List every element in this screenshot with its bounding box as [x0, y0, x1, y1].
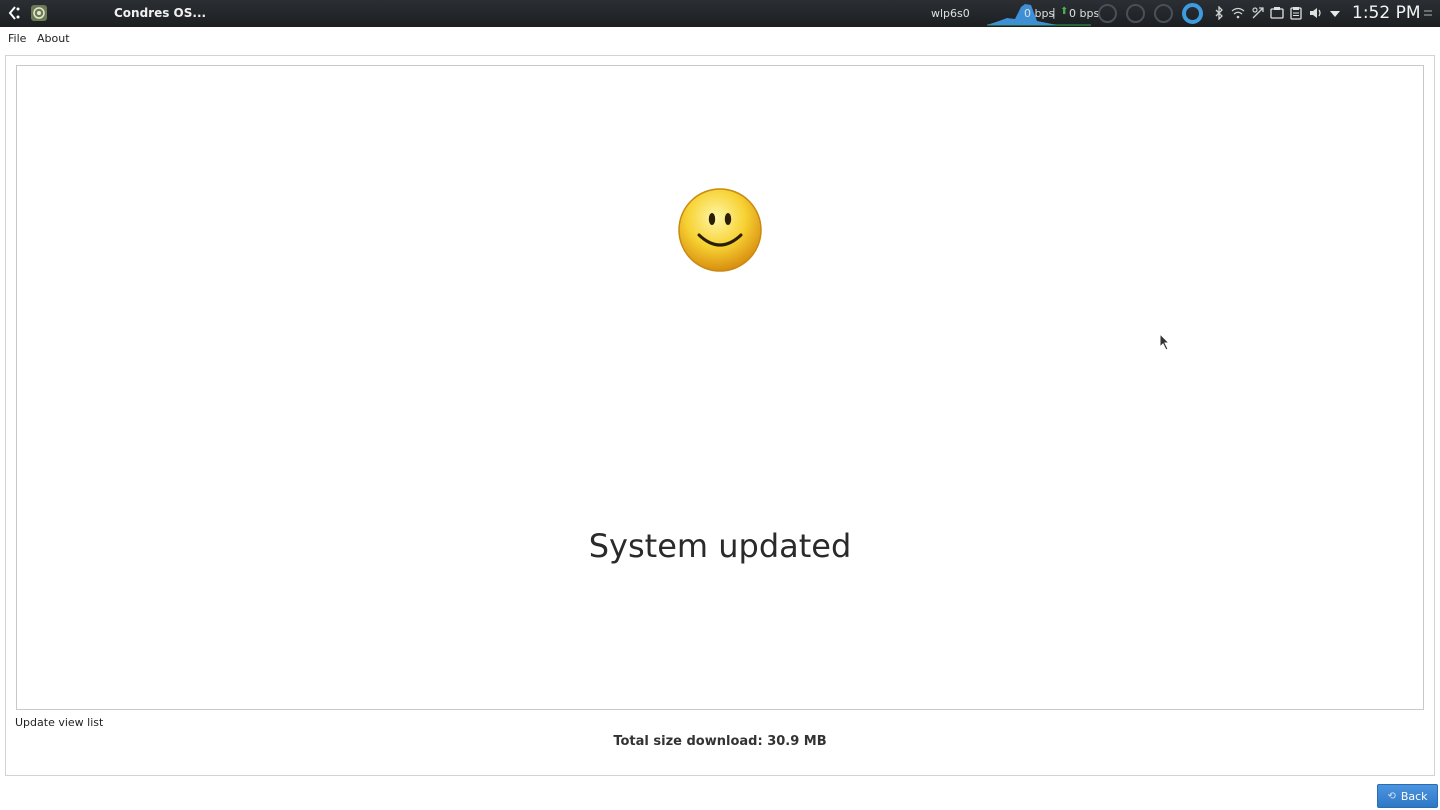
upload-arrow-icon: ⬆ [1060, 6, 1069, 17]
bluetooth-icon[interactable] [1212, 6, 1226, 20]
app-task-icon[interactable] [31, 5, 47, 21]
back-arrow-icon: ⟲ [1387, 790, 1396, 802]
clipboard-icon[interactable] [1289, 6, 1303, 20]
screenshot-icon[interactable] [1270, 6, 1284, 20]
memory-meter-icon [1126, 4, 1145, 23]
launcher-icon[interactable] [6, 5, 22, 21]
wifi-icon[interactable] [1231, 6, 1245, 20]
back-button[interactable]: ⟲ Back [1377, 784, 1438, 808]
disk-meter-icon [1182, 3, 1203, 24]
menu-bar: File About [0, 27, 1440, 49]
rate-separator: | [1052, 6, 1056, 19]
smiley-face-icon [678, 188, 762, 272]
swap-meter-icon [1154, 4, 1173, 23]
volume-icon[interactable] [1309, 6, 1323, 20]
upload-rate: 0 bps [1069, 7, 1100, 20]
menu-icon[interactable] [1421, 6, 1435, 20]
menu-file[interactable]: File [8, 32, 26, 45]
network-interface-label: wlp6s0 [931, 7, 970, 20]
clock[interactable]: 1:52 PM [1352, 3, 1421, 23]
cpu-meter-icon [1098, 4, 1117, 23]
menu-about[interactable]: About [37, 32, 70, 45]
back-button-label: Back [1400, 789, 1428, 803]
download-rate: 0 bps [1024, 7, 1055, 20]
total-download-size: Total size download: 30.9 MB [613, 734, 827, 749]
taskbar-window-title[interactable]: Condres OS... [114, 6, 206, 20]
mouse-cursor-icon [1159, 333, 1171, 351]
update-view-list-link[interactable]: Update view list [15, 716, 103, 729]
dropdown-icon[interactable] [1328, 6, 1342, 20]
top-panel: Condres OS... wlp6s0 0 bps | ⬆ 0 bps 1:5 [0, 0, 1440, 27]
network-icon[interactable] [1251, 6, 1265, 20]
status-message: System updated [588, 527, 852, 565]
update-view-panel [16, 65, 1424, 710]
